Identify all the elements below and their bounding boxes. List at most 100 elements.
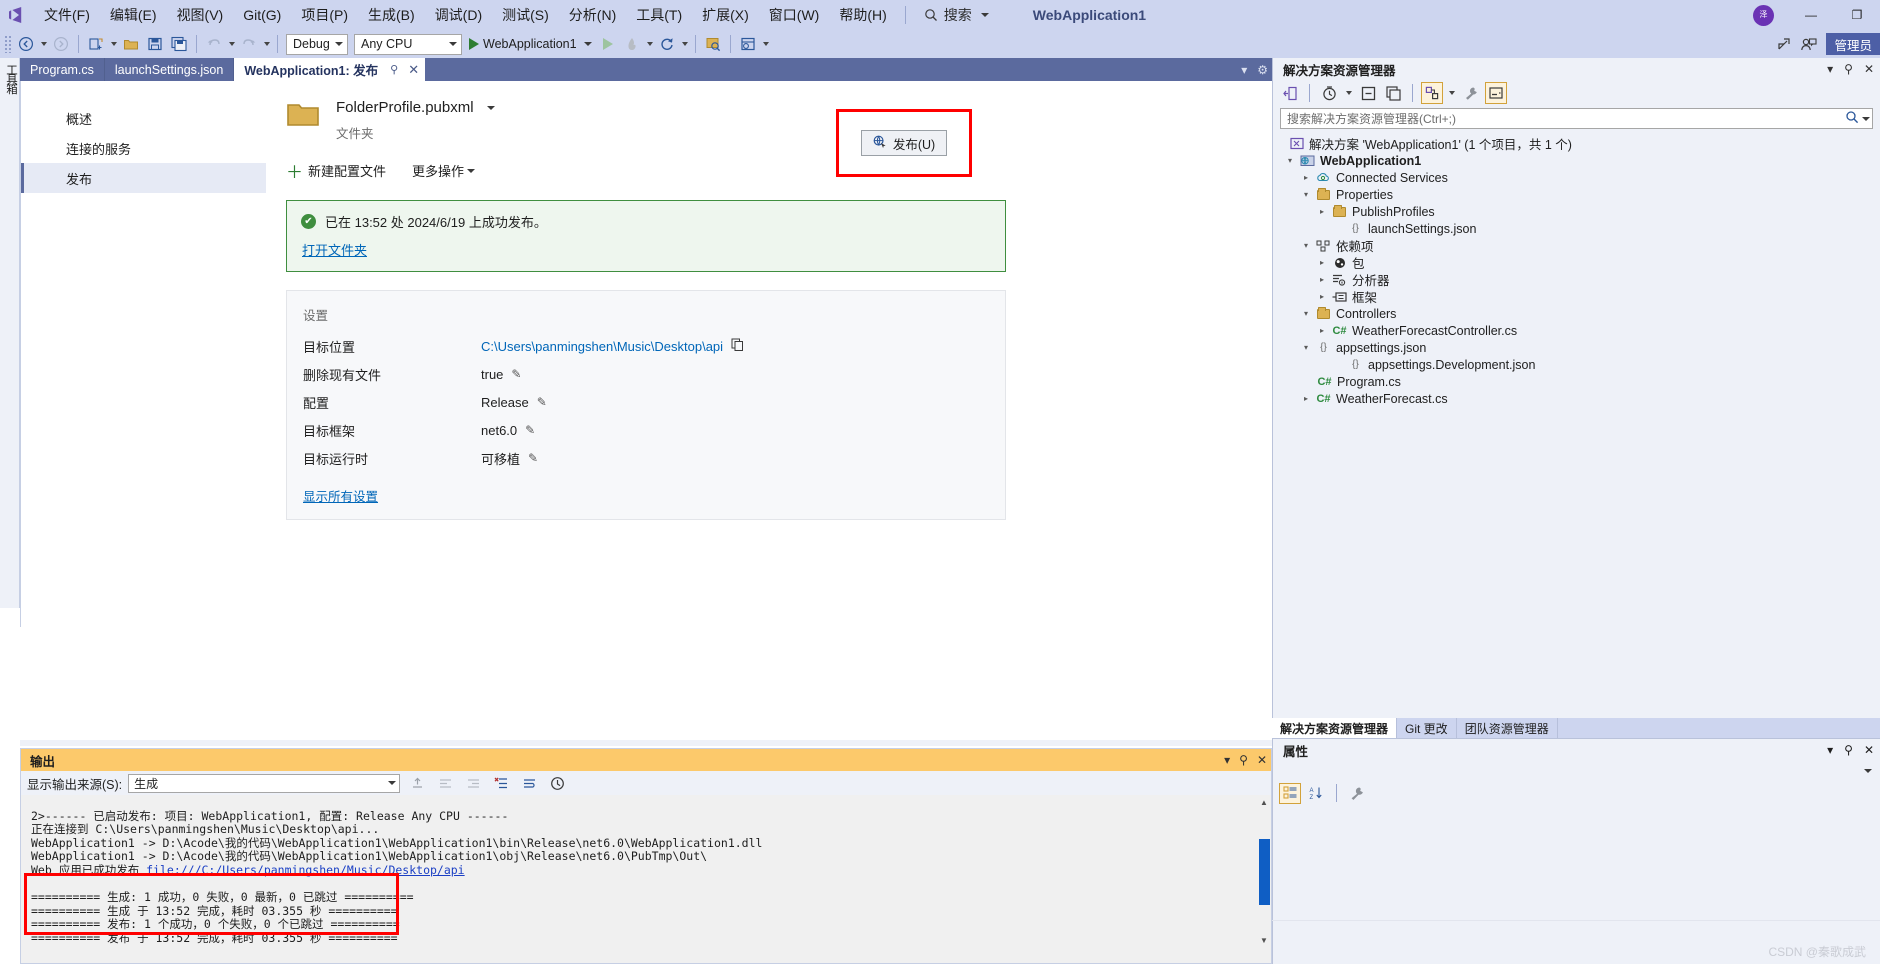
menu-build[interactable]: 生成(B) — [358, 0, 425, 30]
scroll-down-icon[interactable]: ▼ — [1257, 933, 1271, 947]
platform-selector[interactable]: Any CPU — [354, 33, 462, 55]
configuration-selector[interactable]: Debug — [286, 33, 348, 55]
tree-node-webapplication1[interactable]: ▾ WebApplication1 — [1281, 152, 1880, 169]
chevron-down-icon[interactable]: ▾ — [1827, 62, 1833, 76]
back-dropdown-icon[interactable] — [41, 42, 47, 46]
tab-program-cs[interactable]: Program.cs — [20, 58, 105, 81]
tree-node-connected-services[interactable]: ▸ Connected Services — [1281, 169, 1880, 186]
target-location-link[interactable]: C:\Users\panmingshen\Music\Desktop\api — [481, 339, 723, 354]
pin-icon[interactable]: ⚲ — [1844, 62, 1853, 76]
layout-icon[interactable] — [736, 32, 760, 56]
redo-icon[interactable] — [237, 32, 261, 56]
tab-launchsettings-json[interactable]: launchSettings.json — [105, 58, 235, 81]
tree-node-appsettings-development-json[interactable]: {} appsettings.Development.json — [1281, 356, 1880, 373]
close-icon[interactable]: ✕ — [408, 62, 419, 78]
chevron-collapsed-icon[interactable]: ▸ — [1317, 326, 1327, 335]
horizontal-splitter[interactable] — [20, 740, 1272, 746]
chevron-down-icon[interactable] — [1862, 116, 1870, 121]
pending-changes-dropdown-icon[interactable] — [1346, 91, 1352, 95]
layout-dropdown-icon[interactable] — [762, 42, 769, 46]
tree-node-solution[interactable]: 解决方案 'WebApplication1' (1 个项目，共 1 个) — [1281, 135, 1880, 152]
open-folder-link[interactable]: 打开文件夹 — [302, 240, 367, 259]
tab-team-explorer[interactable]: 团队资源管理器 — [1457, 718, 1558, 738]
new-profile-button[interactable]: ＋ 新建配置文件 — [286, 158, 386, 183]
avatar[interactable]: 泽 — [1753, 4, 1774, 26]
share-icon[interactable] — [1772, 32, 1796, 56]
restore-button[interactable]: ❐ — [1834, 0, 1880, 30]
toolbar-grip[interactable] — [4, 35, 12, 53]
search-icon[interactable] — [1845, 110, 1859, 127]
chevron-down-icon[interactable]: ▾ — [1241, 63, 1247, 77]
minimize-button[interactable]: — — [1788, 0, 1834, 30]
tree-node-analyzers[interactable]: ▸ 分析器 — [1281, 271, 1880, 288]
tree-node-program-cs[interactable]: C# Program.cs — [1281, 373, 1880, 390]
tree-node-dependencies[interactable]: ▾ 依赖项 — [1281, 237, 1880, 254]
redo-dropdown-icon[interactable] — [264, 42, 270, 46]
pin-icon[interactable]: ⚲ — [1844, 743, 1853, 757]
publish-button[interactable]: 发布(U) — [861, 130, 947, 156]
output-scrollbar[interactable]: ▲ ▼ — [1257, 795, 1271, 947]
close-icon[interactable]: ✕ — [1864, 743, 1874, 757]
show-all-settings-link[interactable]: 显示所有设置 — [303, 486, 378, 505]
chevron-collapsed-icon[interactable]: ▸ — [1317, 258, 1327, 267]
scroll-up-icon[interactable]: ▲ — [1257, 795, 1271, 809]
go-to-next-icon[interactable] — [462, 773, 484, 793]
pin-icon[interactable]: ⚲ — [390, 63, 398, 76]
refresh-dropdown-icon[interactable] — [681, 42, 688, 46]
tree-node-weatherforecast-cs[interactable]: ▸ C# WeatherForecast.cs — [1281, 390, 1880, 407]
menu-help[interactable]: 帮助(H) — [829, 0, 896, 30]
sidebar-item-connected-services[interactable]: 连接的服务 — [21, 133, 266, 163]
show-all-files-icon[interactable] — [1421, 82, 1443, 104]
menu-test[interactable]: 测试(S) — [492, 0, 559, 30]
tree-node-publishprofiles[interactable]: ▸ PublishProfiles — [1281, 203, 1880, 220]
chevron-down-icon[interactable]: ▾ — [1224, 753, 1230, 767]
save-icon[interactable] — [143, 32, 167, 56]
chevron-collapsed-icon[interactable]: ▸ — [1301, 173, 1311, 182]
pencil-icon[interactable]: ✎ — [511, 367, 521, 381]
tree-node-properties[interactable]: ▾ Properties — [1281, 186, 1880, 203]
tree-node-controllers[interactable]: ▾ Controllers — [1281, 305, 1880, 322]
view-all-files-icon[interactable] — [1382, 82, 1404, 104]
menu-analyze[interactable]: 分析(N) — [559, 0, 626, 30]
chevron-expanded-icon[interactable]: ▾ — [1285, 156, 1295, 165]
more-actions-button[interactable]: 更多操作 — [412, 161, 476, 180]
menu-project[interactable]: 项目(P) — [291, 0, 358, 30]
find-message-icon[interactable] — [406, 773, 428, 793]
gear-icon[interactable]: ⚙ — [1257, 63, 1268, 77]
pencil-icon[interactable]: ✎ — [537, 395, 547, 409]
menu-file[interactable]: 文件(F) — [34, 0, 100, 30]
solution-tree[interactable]: 解决方案 'WebApplication1' (1 个项目，共 1 个) ▾ W… — [1273, 129, 1880, 407]
menu-git[interactable]: Git(G) — [233, 0, 291, 30]
tree-node-packages[interactable]: ▸ 包 — [1281, 254, 1880, 271]
output-source-selector[interactable]: 生成 — [128, 773, 401, 793]
clear-all-icon[interactable] — [490, 773, 512, 793]
scrollbar-thumb[interactable] — [1259, 839, 1270, 905]
collapse-all-icon[interactable] — [1357, 82, 1379, 104]
search-input[interactable]: 搜索 — [918, 5, 995, 25]
chevron-expanded-icon[interactable]: ▾ — [1301, 343, 1311, 352]
tree-node-weatherforecastcontroller-cs[interactable]: ▸ C# WeatherForecastController.cs — [1281, 322, 1880, 339]
sidebar-item-publish[interactable]: 发布 — [21, 163, 266, 193]
menu-tools[interactable]: 工具(T) — [626, 0, 692, 30]
solution-explorer-search[interactable]: 搜索解决方案资源管理器(Ctrl+;) — [1280, 108, 1873, 129]
show-all-files-dropdown-icon[interactable] — [1449, 91, 1455, 95]
chevron-collapsed-icon[interactable]: ▸ — [1317, 275, 1327, 284]
chevron-collapsed-icon[interactable]: ▸ — [1317, 207, 1327, 216]
new-project-dropdown-icon[interactable] — [111, 42, 117, 46]
menu-extensions[interactable]: 扩展(X) — [692, 0, 759, 30]
save-all-icon[interactable] — [167, 32, 191, 56]
categorized-icon[interactable] — [1279, 782, 1301, 804]
chevron-collapsed-icon[interactable]: ▸ — [1301, 394, 1311, 403]
tree-node-launchsettings-json[interactable]: {} launchSettings.json — [1281, 220, 1880, 237]
close-icon[interactable]: ✕ — [1864, 62, 1874, 76]
word-wrap-icon[interactable] — [518, 773, 540, 793]
pencil-icon[interactable]: ✎ — [525, 423, 535, 437]
hot-reload-dropdown-icon[interactable] — [646, 42, 653, 46]
navigate-forward-icon[interactable] — [49, 32, 73, 56]
chevron-expanded-icon[interactable]: ▾ — [1301, 190, 1311, 199]
chevron-down-icon[interactable]: ▾ — [1827, 743, 1833, 757]
preview-selected-icon[interactable] — [1485, 82, 1507, 104]
start-without-debugging-icon[interactable] — [596, 32, 620, 56]
back-to-code-icon[interactable] — [1279, 82, 1301, 104]
go-to-previous-icon[interactable] — [434, 773, 456, 793]
